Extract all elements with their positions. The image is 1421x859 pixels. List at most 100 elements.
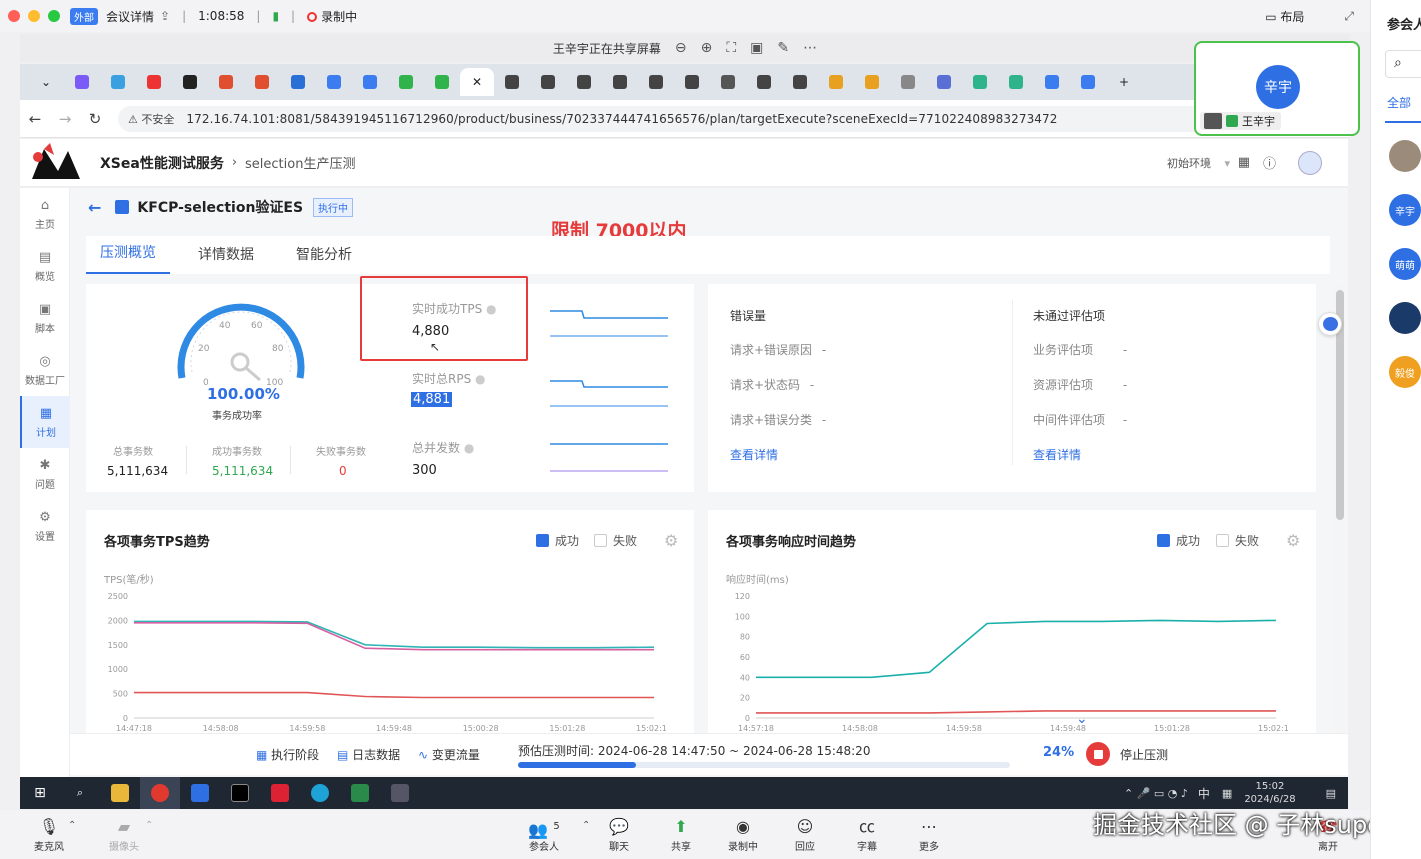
env-selector[interactable]: 初始环境 ▾ bbox=[1167, 155, 1230, 171]
back-arrow-icon[interactable]: ← bbox=[88, 198, 101, 217]
browser-tab[interactable] bbox=[638, 68, 674, 96]
vertical-scrollbar[interactable] bbox=[1334, 284, 1346, 732]
forward-arrow-icon[interactable]: → bbox=[50, 110, 80, 128]
assistant-float-button[interactable] bbox=[1318, 312, 1342, 336]
search-icon[interactable]: ⌕ bbox=[60, 777, 100, 809]
browser-tab[interactable] bbox=[926, 68, 962, 96]
participant-search[interactable]: ⌕ bbox=[1385, 50, 1421, 78]
user-avatar[interactable] bbox=[1298, 150, 1322, 175]
edge-icon[interactable] bbox=[300, 777, 340, 809]
tab-menu[interactable]: ⌄ bbox=[28, 68, 64, 96]
chart-settings-icon[interactable]: ⚙ bbox=[1286, 531, 1300, 550]
maximize-window-dot[interactable] bbox=[48, 10, 60, 22]
annotate-icon[interactable]: ✎ bbox=[777, 40, 789, 56]
windows-start-icon[interactable]: ⊞ bbox=[20, 777, 60, 809]
browser-tab[interactable] bbox=[100, 68, 136, 96]
browser-tab[interactable] bbox=[388, 68, 424, 96]
browser-tab[interactable] bbox=[674, 68, 710, 96]
tab-detail-data[interactable]: 详情数据 bbox=[184, 244, 268, 274]
share-icon[interactable]: ⇪ bbox=[160, 9, 170, 23]
clock[interactable]: 15:02 2024/6/28 bbox=[1244, 780, 1295, 806]
camera-button[interactable]: ▰ 摄像头 bbox=[99, 816, 149, 853]
close-tab-icon[interactable]: ✕ bbox=[472, 75, 482, 89]
participant-avatar[interactable]: 辛宇 bbox=[1389, 194, 1421, 226]
browser-tab[interactable] bbox=[710, 68, 746, 96]
insecure-indicator[interactable]: ⚠ 不安全 bbox=[128, 111, 174, 127]
browser-tab[interactable] bbox=[64, 68, 100, 96]
browser-tab[interactable] bbox=[782, 68, 818, 96]
zoom-out-icon[interactable]: ⊖ bbox=[675, 40, 687, 56]
react-button[interactable]: ☺ 回应 bbox=[780, 816, 830, 853]
traffic-button[interactable]: ∿ 变更流量 bbox=[418, 746, 480, 763]
browser-tab[interactable] bbox=[352, 68, 388, 96]
self-video-tile[interactable]: 辛宇 王辛宇 bbox=[1194, 41, 1360, 136]
ime-indicator[interactable]: 中 bbox=[1198, 785, 1210, 802]
meeting-app-icon[interactable] bbox=[180, 777, 220, 809]
browser-tab[interactable] bbox=[208, 68, 244, 96]
browser-tab[interactable] bbox=[566, 68, 602, 96]
stop-label[interactable]: 停止压测 bbox=[1120, 746, 1168, 763]
sidebar-item-data-factory[interactable]: ◎ 数据工厂 bbox=[20, 344, 70, 396]
browser-tab[interactable] bbox=[602, 68, 638, 96]
sidebar-item-issues[interactable]: ✱ 问题 bbox=[20, 448, 70, 500]
chat-button[interactable]: 💬 聊天 bbox=[594, 816, 644, 853]
stop-button[interactable] bbox=[1086, 742, 1110, 766]
chart-settings-icon[interactable]: ⚙ bbox=[664, 531, 678, 550]
close-window-dot[interactable] bbox=[8, 10, 20, 22]
chevron-up-icon[interactable]: ⌃ bbox=[68, 820, 76, 831]
calendar-tray-icon[interactable]: ▦ bbox=[1222, 787, 1232, 800]
browser-tab[interactable] bbox=[962, 68, 998, 96]
legend-fail-checkbox[interactable]: 失败 bbox=[594, 532, 637, 549]
back-arrow-icon[interactable]: ← bbox=[20, 110, 50, 128]
more-options-icon[interactable]: ⋯ bbox=[803, 40, 817, 56]
browser-tab[interactable] bbox=[746, 68, 782, 96]
log-button[interactable]: ▤ 日志数据 bbox=[337, 746, 400, 763]
terminal-icon[interactable] bbox=[220, 777, 260, 809]
participant-avatar[interactable] bbox=[1389, 140, 1421, 172]
chevron-up-icon[interactable]: ⌃ bbox=[582, 820, 590, 831]
reload-icon[interactable]: ↻ bbox=[80, 110, 110, 128]
browser-tab[interactable] bbox=[494, 68, 530, 96]
breadcrumb-project[interactable]: selection生产压测 bbox=[245, 153, 355, 172]
sidebar-item-scripts[interactable]: ▣ 脚本 bbox=[20, 292, 70, 344]
recording-indicator[interactable]: 录制中 bbox=[307, 8, 357, 25]
meeting-details-link[interactable]: 会议详情 bbox=[106, 8, 154, 25]
legend-fail-checkbox[interactable]: 失败 bbox=[1216, 532, 1259, 549]
tab-overview[interactable]: 压测概览 bbox=[86, 242, 170, 274]
eval-view-details-link[interactable]: 查看详情 bbox=[1033, 446, 1081, 463]
minimize-window-dot[interactable] bbox=[28, 10, 40, 22]
zoom-in-icon[interactable]: ⊕ bbox=[701, 40, 713, 56]
browser-tab[interactable] bbox=[280, 68, 316, 96]
new-tab-button[interactable]: + bbox=[1106, 68, 1142, 96]
record-button[interactable]: ◉ 录制中 bbox=[718, 816, 768, 853]
subtitle-button[interactable]: ㏄字幕 bbox=[842, 816, 892, 853]
browser-tab[interactable] bbox=[998, 68, 1034, 96]
browser-tab[interactable] bbox=[172, 68, 208, 96]
errors-view-details-link[interactable]: 查看详情 bbox=[730, 446, 778, 463]
tab-smart-analysis[interactable]: 智能分析 bbox=[282, 244, 366, 274]
participant-avatar[interactable]: 萌萌 bbox=[1389, 248, 1421, 280]
pen-app-icon[interactable] bbox=[260, 777, 300, 809]
active-browser-tab[interactable]: ✕ bbox=[460, 68, 494, 96]
browser-tab[interactable] bbox=[530, 68, 566, 96]
browser-tab[interactable] bbox=[854, 68, 890, 96]
chrome-icon[interactable] bbox=[140, 777, 180, 809]
sidebar-item-plan[interactable]: ▦ 计划 bbox=[20, 396, 70, 448]
legend-success-checkbox[interactable]: 成功 bbox=[1157, 532, 1200, 549]
browser-tab[interactable] bbox=[424, 68, 460, 96]
notification-icon[interactable]: ▤ bbox=[1326, 787, 1336, 800]
browser-tab[interactable] bbox=[136, 68, 172, 96]
participant-avatar[interactable]: 毅俊 bbox=[1389, 356, 1421, 388]
sidebar-item-settings[interactable]: ⚙ 设置 bbox=[20, 500, 70, 552]
app-title[interactable]: XSea性能测试服务 bbox=[100, 153, 224, 173]
share-button[interactable]: ⬆ 共享 bbox=[656, 816, 706, 853]
layout-button[interactable]: ▭ 布局 bbox=[1265, 8, 1304, 25]
sidebar-item-overview[interactable]: ▤ 概览 bbox=[20, 240, 70, 292]
calculator-icon[interactable] bbox=[380, 777, 420, 809]
pip-icon[interactable]: ▣ bbox=[750, 40, 763, 56]
chevron-up-icon[interactable]: ⌃ bbox=[145, 820, 153, 831]
excel-icon[interactable] bbox=[340, 777, 380, 809]
file-explorer-icon[interactable] bbox=[100, 777, 140, 809]
browser-tab[interactable] bbox=[244, 68, 280, 96]
fit-screen-icon[interactable]: ⛶ bbox=[726, 40, 736, 56]
